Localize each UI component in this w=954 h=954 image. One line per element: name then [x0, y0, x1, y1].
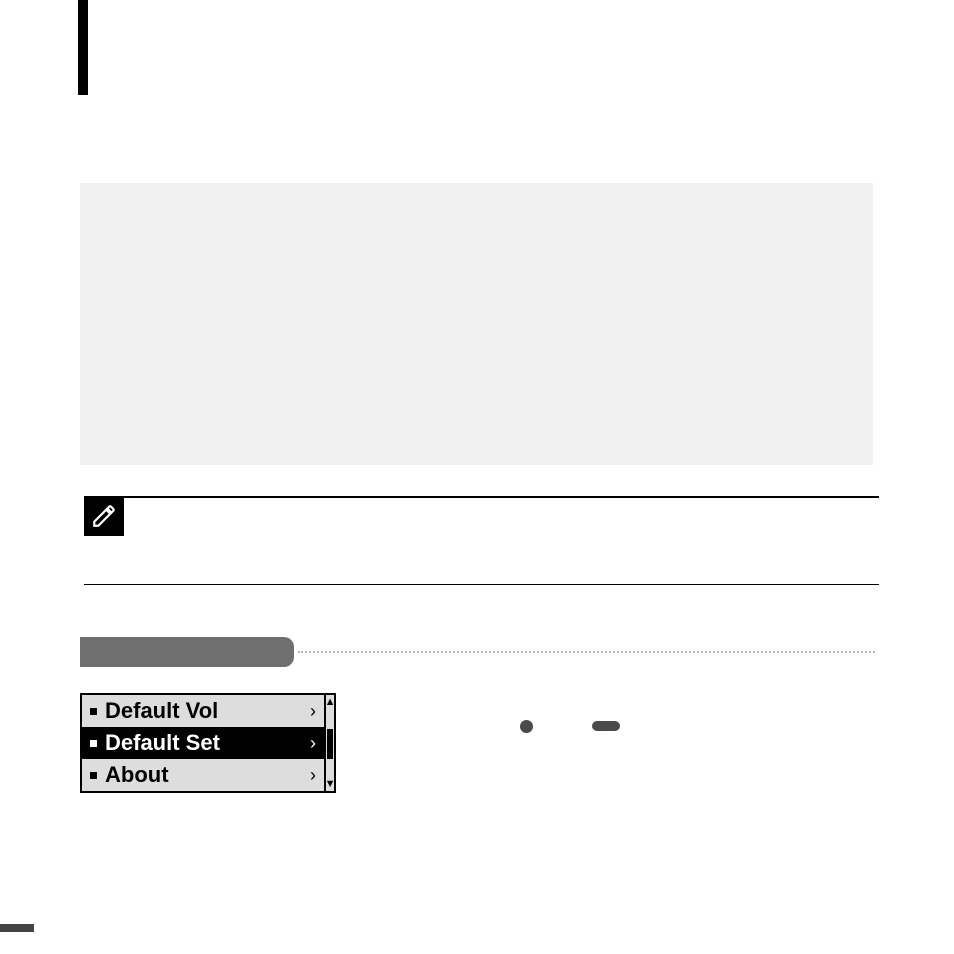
section-tab	[78, 0, 88, 95]
scroll-up-arrow-icon[interactable]: ▲	[326, 695, 334, 709]
menu-item-label: Default Vol	[105, 698, 310, 724]
bullet-icon	[90, 708, 97, 715]
scroll-thumb[interactable]	[327, 729, 333, 759]
chevron-right-icon: ›	[310, 701, 316, 722]
menu-item-about[interactable]: About ›	[82, 759, 324, 791]
chevron-right-icon: ›	[310, 765, 316, 786]
menu-item-default-set[interactable]: Default Set ›	[82, 727, 324, 759]
scroll-track[interactable]	[326, 709, 334, 777]
content-placeholder-box	[80, 183, 873, 465]
note-rule-bottom	[84, 584, 879, 585]
menu-item-label: Default Set	[105, 730, 310, 756]
note-rule-top	[84, 496, 879, 498]
dotted-rule	[298, 651, 875, 653]
scroll-down-arrow-icon[interactable]: ▼	[326, 777, 334, 791]
bullet-icon	[90, 772, 97, 779]
note-icon	[84, 496, 124, 536]
menu-item-label: About	[105, 762, 310, 788]
menu-item-default-vol[interactable]: Default Vol ›	[82, 695, 324, 727]
chevron-right-icon: ›	[310, 733, 316, 754]
section-heading-pill	[80, 637, 294, 667]
settings-menu: Default Vol › Default Set › About › ▲ ▼	[80, 693, 336, 793]
dash-icon	[592, 721, 620, 731]
bullet-icon	[90, 740, 97, 747]
menu-scrollbar[interactable]: ▲ ▼	[324, 695, 334, 791]
page-edge-marker	[0, 924, 34, 932]
decorative-dots	[520, 720, 620, 738]
dot-icon	[520, 720, 533, 733]
